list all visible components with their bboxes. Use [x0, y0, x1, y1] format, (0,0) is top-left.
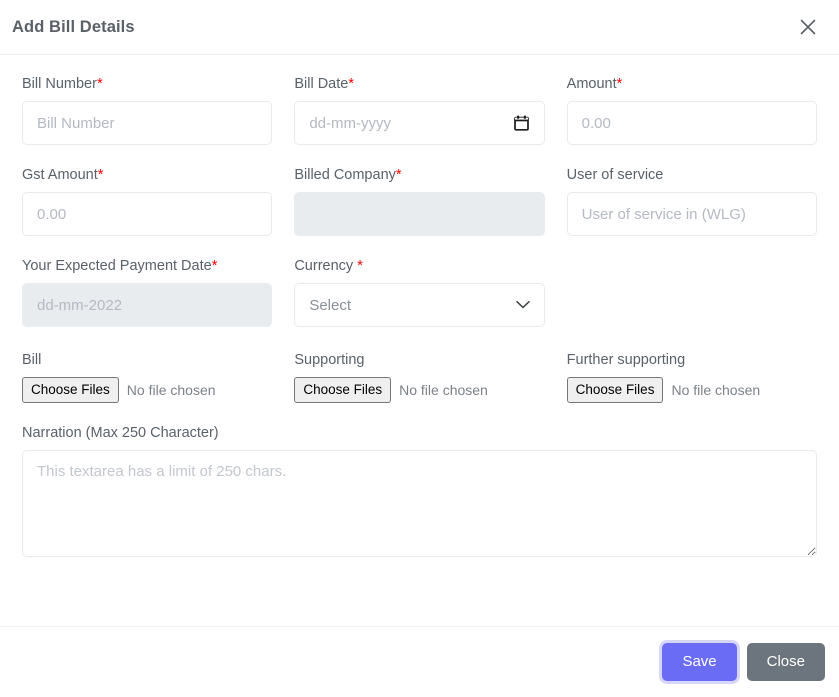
field-label-text: Billed Company	[294, 167, 396, 183]
date-input-wrap	[294, 101, 544, 145]
form-row-3: Your Expected Payment Date* Currency * S…	[11, 257, 828, 348]
required-asterisk: *	[212, 258, 218, 274]
field-currency: Currency * Select	[283, 257, 555, 327]
close-button[interactable]: Close	[747, 643, 825, 681]
field-label: Bill Date*	[294, 75, 544, 93]
field-label-text: Bill Date	[294, 76, 348, 92]
required-asterisk: *	[98, 167, 104, 183]
field-label: User of service	[567, 166, 817, 184]
close-x-icon[interactable]	[795, 14, 821, 40]
field-billed-company: Billed Company*	[283, 166, 555, 236]
file-status-text: No file chosen	[671, 382, 760, 398]
modal-body: Bill Number* Bill Date*	[0, 55, 839, 697]
field-label: Billed Company*	[294, 166, 544, 184]
required-asterisk: *	[97, 76, 103, 92]
bill-date-input[interactable]	[294, 101, 544, 145]
narration-textarea[interactable]	[22, 450, 817, 557]
field-bill-date: Bill Date*	[283, 75, 555, 145]
required-asterisk: *	[396, 167, 402, 183]
required-asterisk: *	[348, 76, 354, 92]
modal-footer: Save Close	[0, 626, 839, 697]
narration-label: Narration (Max 250 Character)	[22, 424, 817, 442]
field-bill-number: Bill Number*	[11, 75, 283, 145]
required-asterisk: *	[617, 76, 623, 92]
page-title: Add Bill Details	[12, 18, 135, 37]
field-spacer	[556, 257, 828, 348]
field-amount: Amount*	[556, 75, 828, 145]
field-user-of-service: User of service	[556, 166, 828, 236]
field-label-text: Gst Amount	[22, 167, 98, 183]
file-field-label: Supporting	[294, 351, 544, 369]
choose-files-button[interactable]: Choose Files	[22, 377, 119, 403]
file-field-supporting: Supporting Choose Files No file chosen	[283, 351, 555, 403]
narration-block: Narration (Max 250 Character)	[11, 424, 828, 557]
modal-header: Add Bill Details	[0, 0, 839, 55]
file-upload-row: Bill Choose Files No file chosen Support…	[11, 351, 828, 403]
form-row-1: Bill Number* Bill Date*	[11, 75, 828, 166]
user-of-service-input[interactable]	[567, 192, 817, 236]
choose-files-button[interactable]: Choose Files	[294, 377, 391, 403]
file-input-further-supporting[interactable]: Choose Files No file chosen	[567, 377, 817, 403]
file-field-bill: Bill Choose Files No file chosen	[11, 351, 283, 403]
field-label: Gst Amount*	[22, 166, 272, 184]
expected-payment-date-input	[22, 283, 272, 327]
file-field-label: Further supporting	[567, 351, 817, 369]
file-input-bill[interactable]: Choose Files No file chosen	[22, 377, 272, 403]
field-label: Your Expected Payment Date*	[22, 257, 272, 275]
currency-select-wrap: Select	[294, 283, 544, 327]
field-label-text: Currency	[294, 258, 357, 274]
file-field-further-supporting: Further supporting Choose Files No file …	[556, 351, 828, 403]
field-label-text: Amount	[567, 76, 617, 92]
form-row-2: Gst Amount* Billed Company* User of serv…	[11, 166, 828, 257]
file-status-text: No file chosen	[399, 382, 488, 398]
field-expected-payment-date: Your Expected Payment Date*	[11, 257, 283, 327]
field-label: Bill Number*	[22, 75, 272, 93]
choose-files-button[interactable]: Choose Files	[567, 377, 664, 403]
bill-number-input[interactable]	[22, 101, 272, 145]
gst-amount-input[interactable]	[22, 192, 272, 236]
currency-select[interactable]: Select	[294, 283, 544, 327]
field-gst-amount: Gst Amount*	[11, 166, 283, 236]
field-label: Amount*	[567, 75, 817, 93]
amount-input[interactable]	[567, 101, 817, 145]
field-label-text: Bill Number	[22, 76, 97, 92]
field-label-text: User of service	[567, 167, 664, 183]
file-status-text: No file chosen	[127, 382, 216, 398]
save-button[interactable]: Save	[662, 643, 736, 681]
field-label: Currency *	[294, 257, 544, 275]
file-input-supporting[interactable]: Choose Files No file chosen	[294, 377, 544, 403]
field-label-text: Your Expected Payment Date	[22, 258, 212, 274]
add-bill-details-modal: Add Bill Details Bill Number* Bill Date*	[0, 0, 839, 697]
file-field-label: Bill	[22, 351, 272, 369]
required-asterisk: *	[357, 258, 363, 274]
billed-company-input	[294, 192, 544, 236]
